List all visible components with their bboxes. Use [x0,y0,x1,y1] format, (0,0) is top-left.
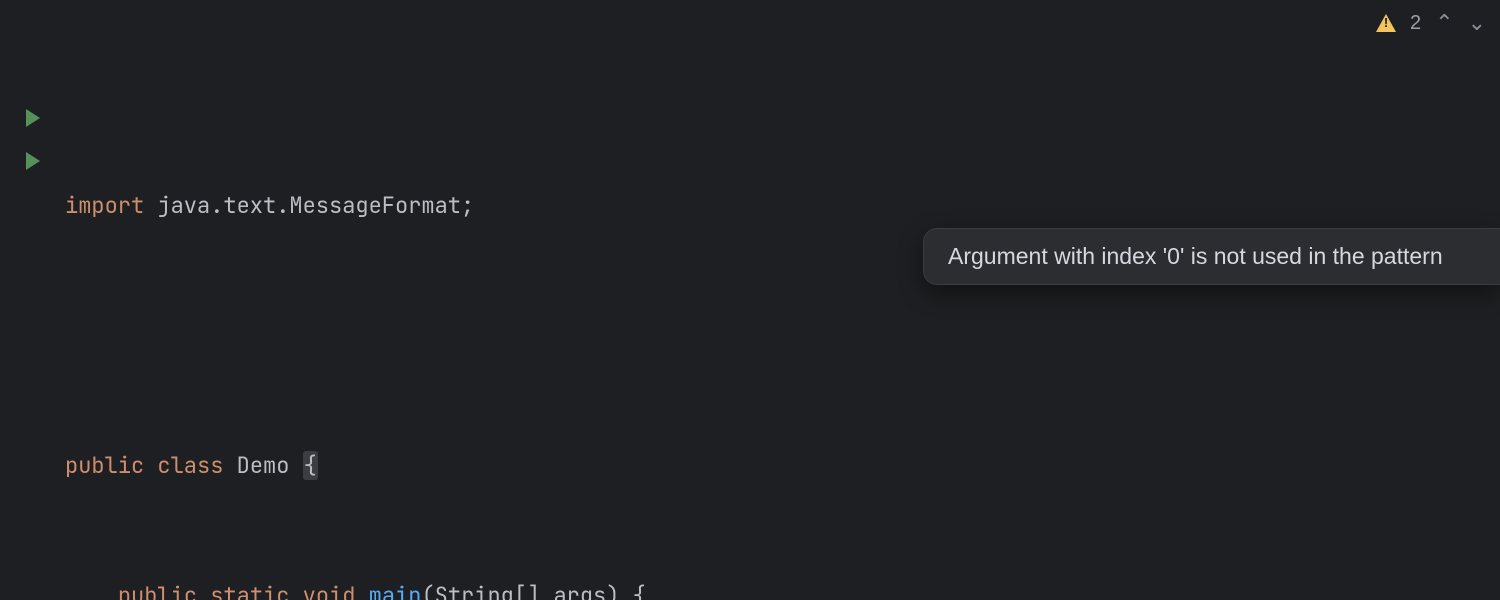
next-highlight-icon[interactable]: ⌄ [1468,10,1486,36]
brace-highlight: { [303,451,318,480]
tooltip-text: Argument with index '0' is not used in t… [948,243,1443,269]
warning-count: 2 [1410,12,1421,35]
run-gutter-icon[interactable] [0,96,65,139]
warning-icon [1376,14,1396,32]
code-editor[interactable]: 2 ⌃ ⌄ import java.text.MessageFormat; pu… [0,0,1500,600]
code-line[interactable] [65,314,1500,357]
code-line[interactable]: public class Demo { [65,444,1500,487]
code-line[interactable]: public static void main(String[] args) { [65,574,1500,600]
run-gutter-icon[interactable] [0,139,65,182]
prev-highlight-icon[interactable]: ⌃ [1435,10,1453,36]
code-line[interactable]: import java.text.MessageFormat; [65,184,1500,227]
code-area[interactable]: 2 ⌃ ⌄ import java.text.MessageFormat; pu… [65,0,1500,600]
editor-gutter [0,0,65,600]
inspection-widget[interactable]: 2 ⌃ ⌄ [1376,10,1486,36]
inspection-tooltip: Argument with index '0' is not used in t… [923,228,1500,285]
